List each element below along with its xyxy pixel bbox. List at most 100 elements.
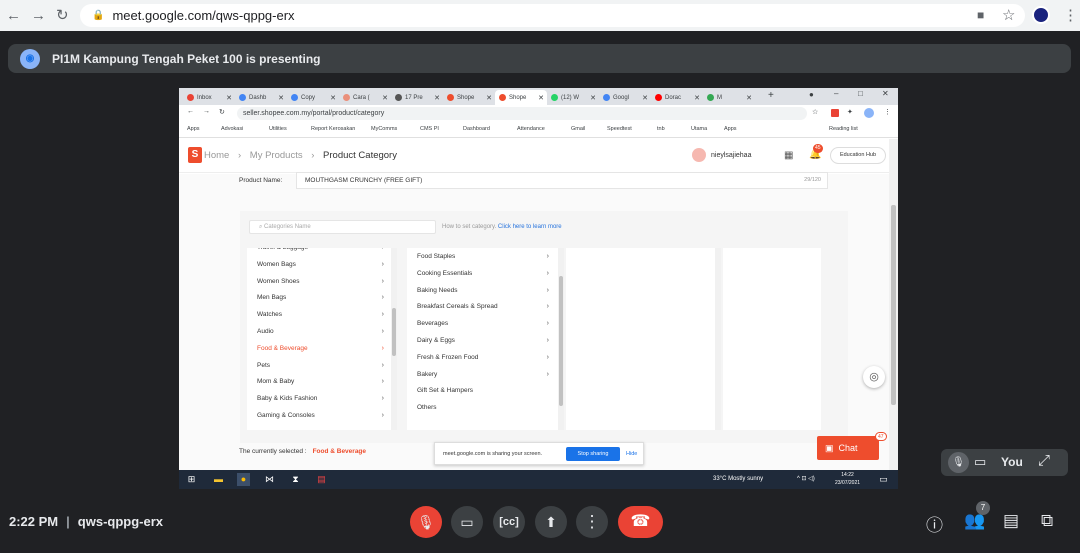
chrome-icon[interactable]: ●: [237, 473, 250, 486]
inner-menu-icon[interactable]: ⋮: [884, 108, 891, 116]
inner-tab[interactable]: M ✕: [703, 90, 755, 105]
category-l2-item[interactable]: Beverages ›: [407, 316, 556, 332]
address-bar[interactable]: 🔒 meet.google.com/qws-qppg-erx: [80, 4, 1025, 27]
inner-avatar[interactable]: [864, 108, 874, 118]
category-l2-item[interactable]: Fresh & Frozen Food ›: [407, 350, 556, 366]
bookmark-item[interactable]: Gmail: [571, 126, 585, 132]
category-l1-item[interactable]: Travel & Luggage ›: [247, 248, 391, 256]
inner-tab[interactable]: Inbox ✕: [183, 90, 235, 105]
system-tray[interactable]: ^ ⊡ ◁): [797, 475, 815, 482]
column-3-scrollbar[interactable]: [715, 248, 721, 430]
category-l1-item[interactable]: Women Bags ›: [247, 257, 391, 273]
reload-icon[interactable]: ↻: [56, 0, 69, 31]
category-l2-item[interactable]: Baking Needs ›: [407, 283, 556, 299]
tab-close-icon[interactable]: ✕: [694, 94, 700, 102]
tab-close-icon[interactable]: ✕: [486, 94, 492, 102]
category-l1-item[interactable]: Gaming & Consoles ›: [247, 408, 391, 424]
inner-tab[interactable]: Shope ✕: [495, 90, 547, 105]
bookmark-item[interactable]: CMS PI: [420, 126, 439, 132]
inner-back-icon[interactable]: ←: [187, 108, 194, 115]
camera-off-icon[interactable]: ▭: [974, 454, 986, 470]
tab-close-icon[interactable]: ✕: [590, 94, 596, 102]
inner-tab[interactable]: Googl ✕: [599, 90, 651, 105]
tab-close-icon[interactable]: ✕: [278, 94, 284, 102]
file-explorer-icon[interactable]: ▬: [212, 473, 225, 486]
extension-icon[interactable]: [831, 109, 839, 117]
end-call-button[interactable]: ☎: [618, 506, 663, 538]
hourglass-icon[interactable]: ⧗: [289, 473, 302, 486]
self-view-tile[interactable]: 🎙 ▭ You ⤢: [941, 449, 1068, 476]
shopee-logo-icon[interactable]: S: [188, 147, 202, 163]
inner-reload-icon[interactable]: ↻: [219, 108, 225, 116]
bookmark-item[interactable]: Report Kerosakan: [311, 126, 355, 132]
tab-close-icon[interactable]: ✕: [382, 94, 388, 102]
category-l1-item[interactable]: Pets ›: [247, 358, 391, 374]
inner-tab[interactable]: (12) W ✕: [547, 90, 599, 105]
camera-toggle-button[interactable]: ▭: [451, 506, 483, 538]
bookmark-item[interactable]: Advokasi: [221, 126, 243, 132]
minimize-icon[interactable]: –: [834, 89, 838, 98]
tab-close-icon[interactable]: ✕: [538, 94, 544, 102]
bookmark-item[interactable]: tnb: [657, 126, 665, 132]
category-l2-item[interactable]: Others: [407, 400, 556, 416]
customer-service-icon[interactable]: ◎: [863, 366, 885, 388]
back-arrow-icon[interactable]: ←: [6, 0, 21, 31]
category-l2-item[interactable]: Bakery ›: [407, 367, 556, 383]
reading-list[interactable]: Reading list: [829, 126, 858, 132]
category-l1-item[interactable]: Women Shoes ›: [247, 274, 391, 290]
breadcrumb-my-products[interactable]: My Products: [250, 150, 303, 161]
info-icon[interactable]: ⓘ: [926, 511, 943, 536]
category-l1-item[interactable]: Baby & Kids Fashion ›: [247, 391, 391, 407]
category-l1-item[interactable]: Mom & Baby ›: [247, 374, 391, 390]
captions-button[interactable]: [cc]: [493, 506, 525, 538]
page-scrollbar[interactable]: [889, 139, 898, 470]
windows-start-icon[interactable]: ⊞: [185, 473, 198, 486]
tab-close-icon[interactable]: ✕: [434, 94, 440, 102]
tab-close-icon[interactable]: ✕: [330, 94, 336, 102]
inner-tab[interactable]: Dashb ✕: [235, 90, 287, 105]
stop-sharing-button[interactable]: Stop sharing: [566, 447, 620, 461]
bookmark-item[interactable]: Apps: [724, 126, 737, 132]
inner-tab[interactable]: 17 Pre ✕: [391, 90, 443, 105]
learn-more-link[interactable]: Click here to learn more: [498, 224, 562, 230]
category-l2-item[interactable]: Food Staples ›: [407, 249, 556, 265]
menu-dots-icon[interactable]: ⋮: [1063, 0, 1078, 31]
product-name-input[interactable]: MOUTHGASM CRUNCHY (FREE GIFT) 29/120: [296, 172, 828, 189]
more-options-button[interactable]: ⋮: [576, 506, 608, 538]
category-search-input[interactable]: ⌕ Categories Name: [249, 220, 436, 234]
pdf-app-icon[interactable]: ▤: [315, 473, 328, 486]
inner-tab[interactable]: Copy ✕: [287, 90, 339, 105]
present-button[interactable]: ⬆: [535, 506, 567, 538]
hide-button[interactable]: Hide: [626, 451, 637, 457]
tab-close-icon[interactable]: ✕: [642, 94, 648, 102]
category-l2-item[interactable]: Gift Set & Hampers: [407, 383, 556, 399]
inner-tab[interactable]: Dorac ✕: [651, 90, 703, 105]
puzzle-icon[interactable]: ✦: [847, 108, 853, 116]
close-window-icon[interactable]: ✕: [882, 89, 889, 98]
bookmark-item[interactable]: Attendance: [517, 126, 545, 132]
chat-button[interactable]: ▣ Chat: [817, 436, 879, 460]
muted-mic-icon[interactable]: 🎙: [948, 452, 969, 473]
category-l2-item[interactable]: Breakfast Cereals & Spread ›: [407, 299, 556, 315]
education-hub-button[interactable]: Education Hub: [830, 147, 886, 164]
network-app-icon[interactable]: ⋈: [263, 473, 276, 486]
profile-icon[interactable]: ●: [809, 90, 814, 99]
apps-grid-icon[interactable]: ▦: [784, 150, 793, 161]
weather-widget[interactable]: 33°C Mostly sunny: [713, 476, 763, 482]
column-1-scrollbar[interactable]: [391, 248, 397, 430]
bookmark-item[interactable]: Dashboard: [463, 126, 490, 132]
inner-forward-icon[interactable]: →: [203, 108, 210, 115]
inner-star-icon[interactable]: ☆: [812, 108, 818, 116]
category-l2-item[interactable]: Dairy & Eggs ›: [407, 333, 556, 349]
category-l1-item[interactable]: Audio ›: [247, 324, 391, 340]
notification-center-icon[interactable]: ▭: [877, 473, 890, 486]
inner-tab[interactable]: Shope ✕: [443, 90, 495, 105]
profile-avatar[interactable]: [1032, 6, 1050, 24]
mic-toggle-button[interactable]: 🎙: [410, 506, 442, 538]
taskbar-clock[interactable]: 14:22 23/07/2021: [835, 471, 860, 487]
activities-icon[interactable]: ⧉: [1041, 511, 1053, 531]
bookmark-item[interactable]: Speedtest: [607, 126, 632, 132]
category-l1-item[interactable]: Food & Beverage ›: [247, 341, 391, 357]
tab-close-icon[interactable]: ✕: [226, 94, 232, 102]
bookmark-item[interactable]: Utama: [691, 126, 707, 132]
